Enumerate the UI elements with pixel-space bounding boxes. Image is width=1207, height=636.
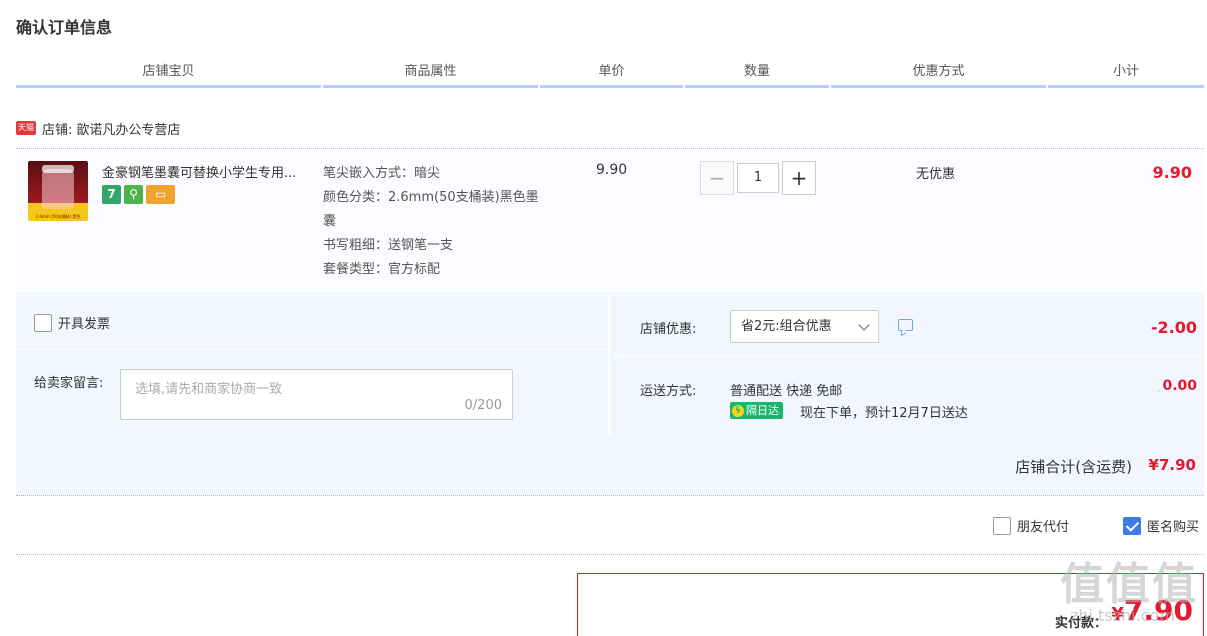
shop-discount-amount: -2.00	[1150, 318, 1197, 337]
anonymous-buy-checkbox[interactable]	[1123, 516, 1141, 535]
unit-price: 9.90	[596, 162, 628, 178]
discount-method: 无优惠	[916, 167, 956, 182]
shop-total-amount: ¥7.90	[1148, 456, 1196, 474]
order-item-row: 2.6mm (50支桶装) 黑色 金豪钢笔墨囊可替换小学生专用... 7 ⚲ ▭…	[16, 149, 1204, 294]
jar-cap-shape	[42, 165, 74, 173]
quantity-input[interactable]: 1	[737, 163, 779, 193]
product-name-link[interactable]: 金豪钢笔墨囊可替换小学生专用...	[102, 162, 317, 181]
decrease-button[interactable]: −	[700, 161, 734, 195]
message-placeholder: 选填,请先和商家协商一致	[135, 382, 283, 397]
attr-thickness: 书写粗细：送钢笔一支	[323, 238, 454, 253]
attr-color: 颜色分类：2.6mm(50支桶装)黑色墨囊	[323, 190, 539, 229]
shipping-eta: 现在下单，预计12月7日送达	[800, 406, 968, 421]
divider	[16, 349, 608, 350]
attr-nib: 笔尖嵌入方式：暗尖	[323, 166, 441, 181]
product-attributes: 笔尖嵌入方式：暗尖 颜色分类：2.6mm(50支桶装)黑色墨囊 书写粗细：送钢笔…	[323, 162, 543, 282]
shop-name-link[interactable]: 歆诺凡办公专营店	[76, 119, 180, 138]
message-label: 给卖家留言:	[34, 376, 104, 391]
shop-total-label: 店铺合计(含运费)	[1015, 458, 1132, 476]
quantity-stepper: − 1 +	[700, 161, 816, 195]
shop-discount-select[interactable]: 省2元:组合优惠	[730, 310, 879, 343]
anonymous-buy-option[interactable]: 匿名购买	[1123, 516, 1199, 535]
anonymous-buy-label: 匿名购买	[1147, 520, 1200, 535]
jar-shape	[42, 169, 74, 209]
column-discount: 优惠方式	[831, 60, 1046, 88]
shop-row: 天猫 店铺: 歆诺凡办公专营店	[16, 118, 180, 138]
lightning-icon: ϟ	[732, 404, 744, 417]
message-textarea[interactable]: 选填,请先和商家协商一致 0/200	[120, 369, 513, 420]
page-title: 确认订单信息	[16, 18, 113, 37]
shop-label: 店铺:	[42, 122, 73, 138]
friend-pay-option[interactable]: 朋友代付	[993, 516, 1069, 535]
increase-button[interactable]: +	[782, 161, 816, 195]
divider	[16, 554, 1204, 555]
shop-discount-label: 店铺优惠:	[640, 322, 697, 337]
guarantee-icon[interactable]: ⚲	[124, 185, 143, 204]
watermark-url: zhi.tszhi.com	[1070, 606, 1175, 625]
attr-package: 套餐类型：官方标配	[323, 262, 441, 277]
shipping-amount: 0.00	[1162, 378, 1197, 394]
invoice-checkbox[interactable]	[34, 313, 52, 332]
friend-pay-label: 朋友代付	[1017, 520, 1070, 535]
friend-pay-checkbox[interactable]	[993, 516, 1011, 535]
product-thumbnail[interactable]: 2.6mm (50支桶装) 黑色	[28, 161, 88, 221]
column-subtotal: 小计	[1048, 60, 1204, 88]
tmall-icon: 天猫	[16, 121, 36, 135]
column-shop-item: 店铺宝贝	[16, 60, 321, 88]
shop-discount-selected: 省2元:组合优惠	[741, 319, 832, 334]
column-header: 店铺宝贝 商品属性 单价 数量 优惠方式 小计	[16, 60, 1204, 88]
watermark-logo: 值值值	[1060, 559, 1198, 610]
shop-total-row: 店铺合计(含运费) ¥7.90	[16, 435, 1204, 496]
next-day-badge: ϟ 隔日达	[730, 402, 783, 419]
item-subtotal: 9.90	[1152, 163, 1192, 182]
shipping-method: 普通配送 快递 免邮	[730, 384, 843, 399]
invoice-label: 开具发票	[58, 317, 111, 332]
column-unit-price: 单价	[540, 60, 683, 88]
service-badges: 7 ⚲ ▭	[102, 185, 175, 204]
message-char-count: 0/200	[464, 398, 502, 413]
next-day-label: 隔日达	[746, 404, 779, 417]
invoice-option[interactable]: 开具发票	[34, 313, 110, 332]
thumb-caption: 2.6mm (50支桶装) 黑色	[35, 214, 81, 219]
seven-day-return-icon[interactable]: 7	[102, 185, 121, 204]
column-attributes: 商品属性	[323, 60, 538, 88]
credit-card-icon[interactable]: ▭	[146, 185, 175, 204]
chat-icon[interactable]	[898, 319, 913, 331]
column-quantity: 数量	[685, 60, 829, 88]
chevron-down-icon	[858, 319, 870, 331]
divider	[610, 356, 1204, 357]
shipping-label: 运送方式:	[640, 384, 697, 399]
